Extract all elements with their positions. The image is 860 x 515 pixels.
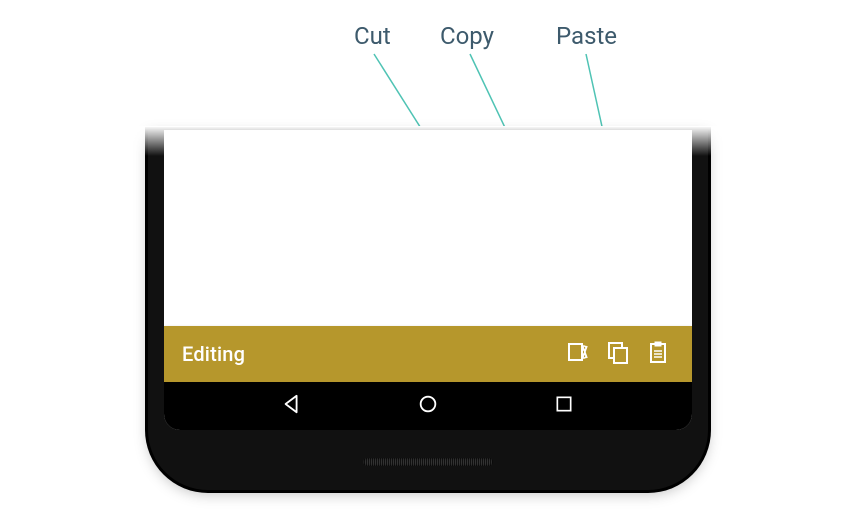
cut-icon [566,340,590,368]
label-paste: Paste [556,22,617,50]
app-action-bar: Editing [164,326,692,382]
paste-icon [646,340,670,368]
label-cut: Cut [354,22,391,50]
phone-speaker-grille [363,458,493,466]
nav-home-button[interactable] [398,386,458,426]
home-icon [417,393,439,419]
copy-icon [606,340,630,368]
app-content-area [164,130,692,326]
phone-screen-container: Editing [164,130,692,430]
paste-button[interactable] [638,334,678,374]
cut-button[interactable] [558,334,598,374]
nav-back-button[interactable] [262,386,322,426]
phone-frame: Editing [148,130,708,490]
copy-button[interactable] [598,334,638,374]
back-icon [281,393,303,419]
recents-icon [554,394,574,418]
label-copy: Copy [440,22,494,50]
android-nav-bar [164,382,692,430]
app-bar-title: Editing [182,342,558,366]
phone-screen: Editing [164,130,692,430]
nav-recents-button[interactable] [534,386,594,426]
